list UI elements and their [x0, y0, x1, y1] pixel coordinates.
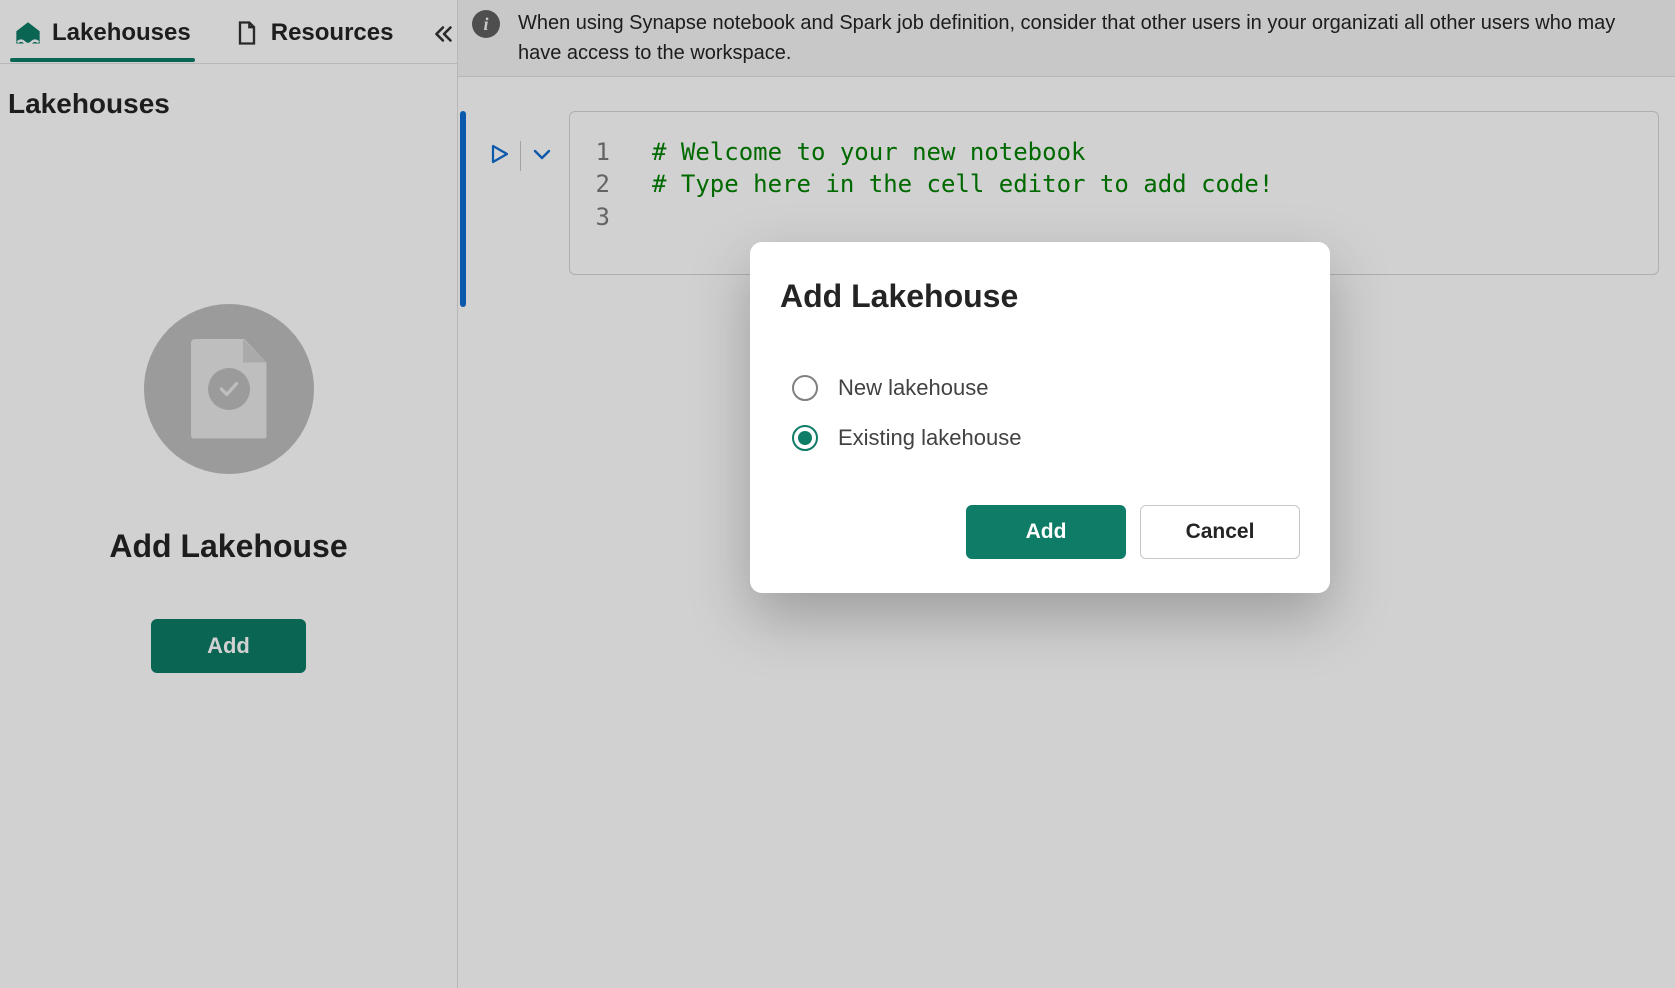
radio-label: New lakehouse — [838, 375, 988, 401]
add-lakehouse-dialog: Add Lakehouse New lakehouse Existing lak… — [750, 242, 1330, 593]
modal-overlay[interactable]: Add Lakehouse New lakehouse Existing lak… — [0, 0, 1675, 988]
radio-label: Existing lakehouse — [838, 425, 1021, 451]
app-root: Lakehouses Resources — [0, 0, 1675, 988]
dialog-actions: Add Cancel — [780, 505, 1300, 559]
dialog-cancel-button[interactable]: Cancel — [1140, 505, 1300, 559]
radio-new-lakehouse[interactable]: New lakehouse — [792, 375, 1300, 401]
radio-icon — [792, 375, 818, 401]
radio-existing-lakehouse[interactable]: Existing lakehouse — [792, 425, 1300, 451]
dialog-title: Add Lakehouse — [780, 278, 1300, 315]
radio-icon — [792, 425, 818, 451]
dialog-add-button[interactable]: Add — [966, 505, 1126, 559]
